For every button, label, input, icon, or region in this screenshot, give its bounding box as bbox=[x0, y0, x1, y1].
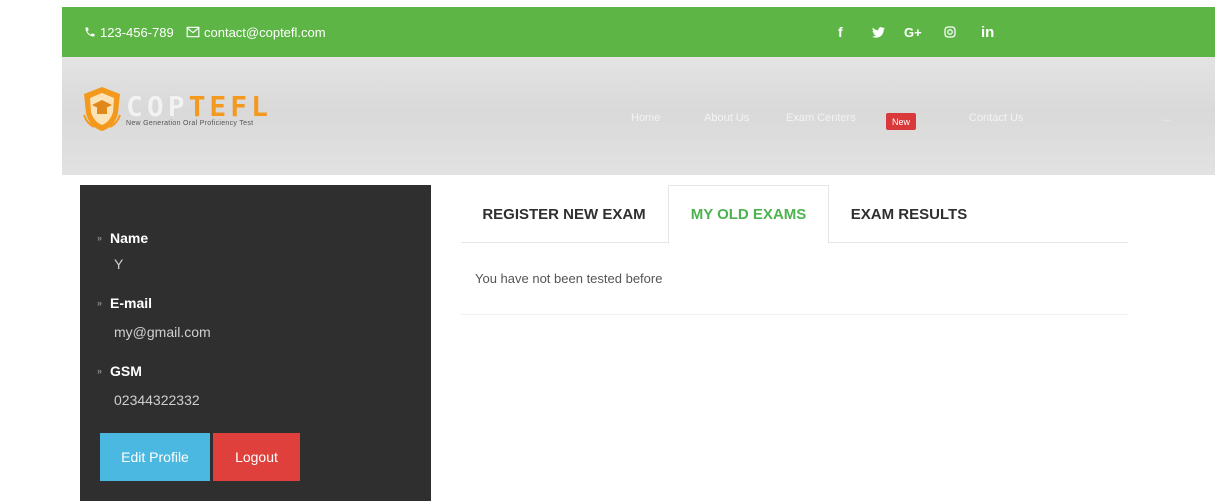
phone-icon bbox=[85, 27, 95, 37]
site-header: COPTEFL New Generation Oral Proficiency … bbox=[62, 57, 1215, 175]
facebook-icon[interactable]: f bbox=[838, 24, 843, 40]
new-badge: New bbox=[886, 113, 916, 130]
nav-contact[interactable]: Contact Us bbox=[969, 109, 1023, 127]
chevron-right-icon: » bbox=[97, 233, 103, 243]
profile-sidebar: » Name Y » E-mail my@gmail.com » GSM 023… bbox=[80, 185, 431, 501]
shield-logo-icon bbox=[83, 87, 121, 131]
tab-register-new-exam[interactable]: REGISTER NEW EXAM bbox=[461, 185, 667, 243]
tab-my-old-exams[interactable]: MY OLD EXAMS bbox=[668, 185, 829, 244]
email-contact[interactable]: contact@coptefl.com bbox=[186, 7, 326, 57]
nav-more[interactable]: ... bbox=[1162, 109, 1171, 127]
logout-button[interactable]: Logout bbox=[213, 433, 300, 481]
nav-about[interactable]: About Us bbox=[704, 109, 749, 127]
email-value: my@gmail.com bbox=[114, 324, 211, 340]
top-bar: 123-456-789 contact@coptefl.com f G+ in bbox=[62, 7, 1215, 57]
email-label: » E-mail bbox=[97, 295, 153, 311]
linkedin-icon[interactable]: in bbox=[981, 24, 994, 41]
gsm-value: 02344322332 bbox=[114, 392, 200, 408]
logo-wordmark: COPTEFL bbox=[126, 89, 273, 123]
phone-number: 123-456-789 bbox=[100, 24, 174, 40]
twitter-icon[interactable] bbox=[872, 26, 885, 38]
chevron-right-icon: » bbox=[97, 298, 103, 308]
exam-tabs: REGISTER NEW EXAM MY OLD EXAMS EXAM RESU… bbox=[461, 185, 1128, 244]
name-label: » Name bbox=[97, 230, 149, 246]
edit-profile-button[interactable]: Edit Profile bbox=[100, 433, 210, 481]
site-logo[interactable]: COPTEFL New Generation Oral Proficiency … bbox=[80, 85, 272, 133]
name-value: Y bbox=[114, 256, 124, 272]
empty-state-message: You have not been tested before bbox=[475, 271, 663, 286]
nav-home[interactable]: Home bbox=[631, 109, 660, 127]
chevron-right-icon: » bbox=[97, 366, 103, 376]
phone-contact[interactable]: 123-456-789 bbox=[84, 7, 174, 57]
content-divider bbox=[461, 314, 1128, 315]
nav-exam-centers[interactable]: Exam Centers bbox=[786, 109, 856, 127]
tab-exam-results[interactable]: EXAM RESULTS bbox=[829, 185, 989, 243]
gsm-label: » GSM bbox=[97, 363, 142, 379]
logo-tagline: New Generation Oral Proficiency Test bbox=[126, 119, 254, 127]
google-plus-icon[interactable]: G+ bbox=[904, 25, 922, 40]
instagram-icon[interactable] bbox=[944, 26, 956, 38]
email-address: contact@coptefl.com bbox=[204, 24, 326, 40]
envelope-icon bbox=[186, 26, 200, 38]
